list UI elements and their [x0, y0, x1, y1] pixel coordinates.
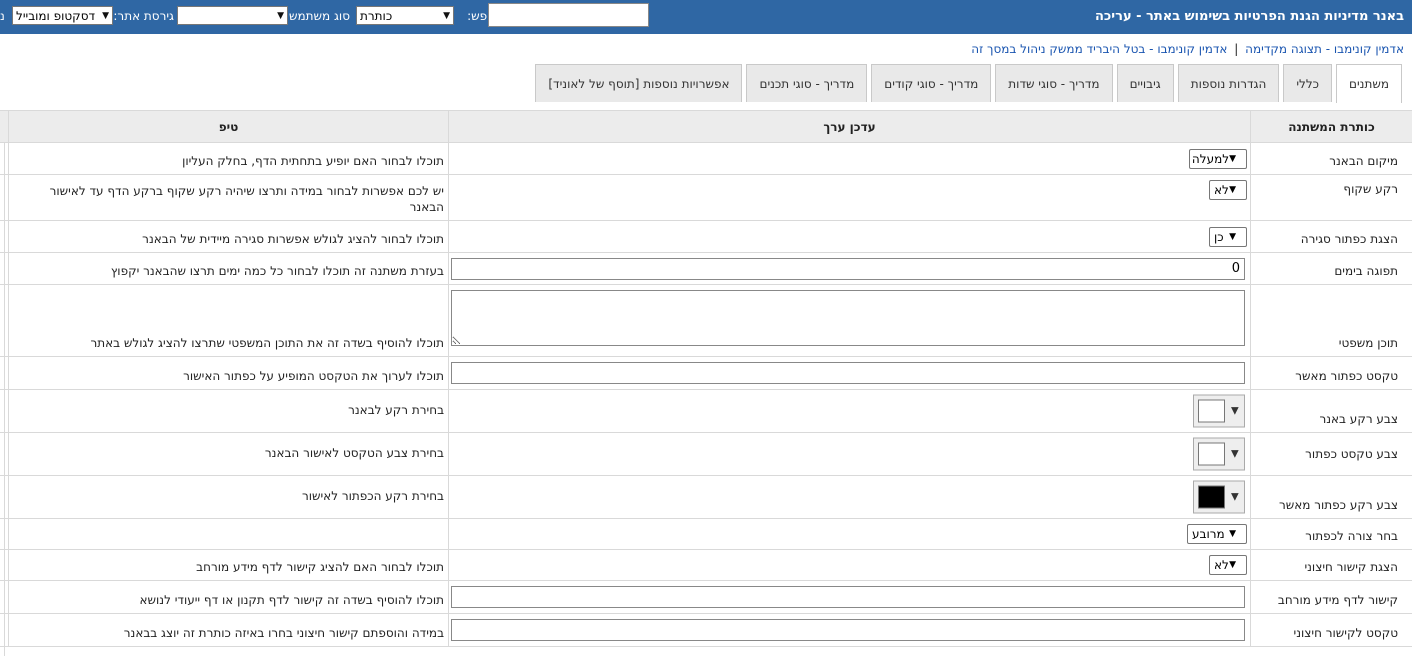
row-label: טקסט כפתור מאשר	[1295, 369, 1398, 383]
table-header: כותרת המשתנה עדכן ערך טיפ	[0, 110, 1412, 143]
transparent-bg-select[interactable]: ▼ לא	[1209, 180, 1247, 200]
row-label: צבע טקסט כפתור	[1305, 447, 1398, 461]
chevron-down-icon: ▼	[277, 10, 284, 21]
external-link-text-input[interactable]	[451, 619, 1245, 641]
header-edit: עדכן ערך	[823, 120, 876, 134]
tab-guide-content-types[interactable]: מדריך - סוגי תכנים	[746, 64, 868, 102]
table-row: צבע רקע באנר ▼ בחירת רקע לבאנר	[0, 390, 1412, 433]
color-swatch	[1198, 442, 1225, 466]
color-swatch	[1198, 485, 1225, 509]
chevron-down-icon: ▼	[102, 10, 109, 21]
site-version-value: דסקטופ ומובייל	[16, 8, 96, 23]
site-version-select[interactable]: ▼ דסקטופ ומובייל	[12, 6, 113, 25]
variables-table: כותרת המשתנה עדכן ערך טיפ מיקום הבאנר ▼ …	[0, 110, 1412, 647]
info-page-link-input[interactable]	[451, 586, 1245, 608]
row-label: רקע שקוף	[1343, 182, 1398, 196]
table-row: הצגת קישור חיצוני ▼ לא תוכלו לבחור האם ל…	[0, 550, 1412, 581]
tab-guide-field-types[interactable]: מדריך - סוגי שדות	[995, 64, 1113, 102]
external-link-select[interactable]: ▼ לא	[1209, 555, 1247, 575]
row-label: טקסט לקישור חיצוני	[1293, 626, 1398, 640]
close-button-select[interactable]: ▼ כן	[1209, 226, 1247, 247]
table-row: מיקום הבאנר ▼ למעלה תוכלו לבחור האם יופי…	[0, 143, 1412, 175]
user-type-label: סוג משתמש:	[284, 9, 350, 23]
row-label: תפוגה בימים	[1334, 264, 1398, 278]
row-label: צבע רקע באנר	[1319, 412, 1398, 426]
chevron-down-icon: ▼	[1229, 231, 1236, 242]
row-tip: תוכלו לבחור האם להציג קישור לדף מידע מור…	[196, 560, 444, 574]
tab-bar: משתנים כללי הגדרות נוספות גיבויים מדריך …	[535, 64, 1402, 103]
row-tip: תוכלו להוסיף בשדה זה קישור לדף תקנון או …	[139, 593, 445, 607]
chevron-down-icon: ▼	[1231, 405, 1239, 417]
header-name: כותרת המשתנה	[1288, 120, 1375, 134]
table-row: תפוגה בימים בעזרת משתנה זה תוכלו לבחור כ…	[0, 253, 1412, 285]
chevron-down-icon: ▼	[1229, 153, 1236, 164]
row-label: קישור לדף מידע מורחב	[1277, 593, 1398, 607]
confirm-button-text-input[interactable]	[451, 362, 1245, 384]
table-row: צבע רקע כפתור מאשר ▼ בחירת רקע הכפתור לא…	[0, 476, 1412, 519]
row-tip: תוכלו להוסיף בשדה זה את התוכן המשפטי שתר…	[90, 336, 444, 350]
table-row: בחר צורה לכפתור ▼ מרובע	[0, 519, 1412, 550]
table-row: רקע שקוף ▼ לא יש לכם אפשרות לבחור במידה …	[0, 175, 1412, 221]
breadcrumb-separator: |	[1234, 42, 1239, 56]
search-field-select[interactable]: ▼ כותרת	[356, 6, 454, 25]
legal-content-textarea[interactable]	[451, 290, 1245, 346]
chevron-down-icon: ▼	[1229, 529, 1236, 539]
row-label: מיקום הבאנר	[1329, 154, 1398, 168]
table-row: קישור לדף מידע מורחב תוכלו להוסיף בשדה ז…	[0, 581, 1412, 614]
user-type-select[interactable]: ▼	[177, 6, 288, 25]
row-tip: בעזרת משתנה זה תוכלו לבחור כל כמה ימים ת…	[110, 264, 444, 278]
row-label: בחר צורה לכפתור	[1305, 529, 1398, 543]
row-label: תוכן משפטי	[1338, 336, 1398, 350]
color-swatch	[1198, 399, 1225, 423]
row-tip: בחירת צבע הטקסט לאישור הבאנר	[264, 446, 444, 460]
row-label: צבע רקע כפתור מאשר	[1278, 498, 1398, 512]
breadcrumb: אדמין קונימבו - תצוגה מקדימה | אדמין קונ…	[971, 42, 1404, 56]
top-bar: באנר מדיניות הגנת הפרטיות בשימוש באתר - …	[0, 0, 1412, 34]
tab-backups[interactable]: גיבויים	[1116, 64, 1174, 102]
tab-guide-code-types[interactable]: מדריך - סוגי קודים	[871, 64, 992, 102]
table-row: טקסט לקישור חיצוני במידה והוספתם קישור ח…	[0, 614, 1412, 647]
button-shape-select[interactable]: ▼ מרובע	[1187, 524, 1247, 544]
row-tip: תוכלו לערוך את הטקסט המופיע על כפתור האי…	[183, 369, 444, 383]
row-tip: בחירת רקע הכפתור לאישור	[301, 489, 444, 503]
row-tip: בחירת רקע לבאנר	[348, 403, 444, 417]
row-label: הצגת כפתור סגירה	[1300, 232, 1398, 246]
search-field-value: כותרת	[360, 8, 393, 23]
chevron-down-icon: ▼	[443, 10, 450, 21]
header-tip: טיפ	[218, 120, 239, 134]
confirm-button-bg-color-picker[interactable]: ▼	[1193, 480, 1245, 514]
tab-general[interactable]: כללי	[1283, 64, 1332, 102]
tab-more-settings[interactable]: הגדרות נוספות	[1177, 64, 1280, 102]
banner-position-select[interactable]: ▼ למעלה	[1189, 148, 1247, 169]
table-row: טקסט כפתור מאשר תוכלו לערוך את הטקסט המו…	[0, 357, 1412, 390]
table-row: תוכן משפטי תוכלו להוסיף בשדה זה את התוכן…	[0, 285, 1412, 357]
expiry-days-input[interactable]	[451, 257, 1245, 280]
search-input[interactable]	[488, 3, 649, 27]
row-tip: יש לכם אפשרות לבחור במידה ותרצו שיהיה רק…	[49, 184, 444, 214]
row-tip: תוכלו לבחור להציג לגולש אפשרות סגירה מיי…	[142, 232, 444, 246]
button-text-color-picker[interactable]: ▼	[1193, 437, 1245, 471]
row-tip: במידה והוספתם קישור חיצוני בחרו באיזה כו…	[123, 626, 444, 640]
tab-variables[interactable]: משתנים	[1336, 64, 1402, 103]
table-row: הצגת כפתור סגירה ▼ כן תוכלו לבחור להציג …	[0, 221, 1412, 253]
chevron-down-icon: ▼	[1229, 560, 1236, 570]
chevron-down-icon: ▼	[1231, 448, 1239, 460]
tab-extra-options[interactable]: אפשרויות נוספות [תוסף של לאוניד]	[535, 64, 743, 102]
row-label: הצגת קישור חיצוני	[1304, 560, 1398, 574]
edge-label: נ	[0, 9, 5, 23]
site-version-label: גירסת אתר:	[113, 9, 174, 23]
table-row: צבע טקסט כפתור ▼ בחירת צבע הטקסט לאישור …	[0, 433, 1412, 476]
chevron-down-icon: ▼	[1231, 491, 1239, 503]
breadcrumb-link-preview[interactable]: אדמין קונימבו - תצוגה מקדימה	[1245, 42, 1404, 56]
chevron-down-icon: ▼	[1229, 185, 1236, 195]
banner-bg-color-picker[interactable]: ▼	[1193, 394, 1245, 428]
breadcrumb-link-cancel-hybrid[interactable]: אדמין קונימבו - בטל היבריד ממשק ניהול במ…	[971, 42, 1227, 56]
row-tip: תוכלו לבחור האם יופיע בתחתית הדף, בחלק ה…	[182, 154, 444, 168]
page-title: באנר מדיניות הגנת הפרטיות בשימוש באתר - …	[1095, 9, 1404, 24]
